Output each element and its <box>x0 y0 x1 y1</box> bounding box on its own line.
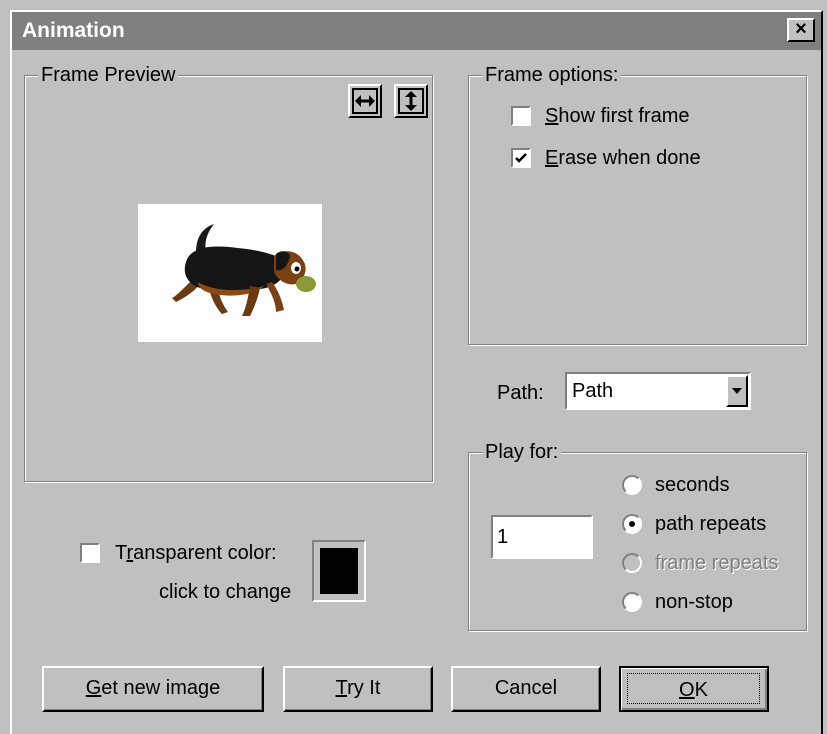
cancel-button[interactable]: Cancel <box>451 666 601 712</box>
show-first-frame-label[interactable]: Show first frame <box>545 104 690 128</box>
try-it-button[interactable]: Try It <box>283 666 433 712</box>
get-new-image-text: et new image <box>101 677 221 699</box>
frame-repeats-radio <box>622 553 642 573</box>
try-it-text: ry It <box>347 677 381 699</box>
close-button[interactable]: × <box>787 18 815 42</box>
click-to-change-label: click to change <box>159 581 292 603</box>
non-stop-label[interactable]: non-stop <box>655 590 733 614</box>
transparent-color-checkbox[interactable] <box>80 543 100 563</box>
cancel-text: Cancel <box>494 677 558 699</box>
path-dropdown-button[interactable] <box>726 375 748 407</box>
radio-selected-dot <box>629 521 635 527</box>
checkmark-icon <box>515 153 527 163</box>
close-icon: × <box>795 18 807 40</box>
path-select[interactable]: Path <box>565 372 751 410</box>
dog-image <box>172 224 316 316</box>
show-first-frame-checkbox[interactable] <box>511 106 531 126</box>
color-swatch-fill <box>320 548 358 594</box>
mnemonic-g: G <box>85 677 102 699</box>
erase-when-done-text: rase when done <box>558 147 701 169</box>
non-stop-radio[interactable] <box>622 592 642 612</box>
focus-rect: OK <box>627 673 760 704</box>
play-for-legend: Play for: <box>482 441 562 463</box>
show-first-frame-text: how first frame <box>558 105 690 127</box>
ok-button[interactable]: OK <box>619 666 769 712</box>
frame-repeats-label: frame repeats <box>655 552 779 574</box>
transparent-post: ansparent color: <box>133 542 277 564</box>
transparent-color-label[interactable]: Transparent color: <box>115 541 277 565</box>
window-title: Animation <box>22 19 125 42</box>
frame-options-legend: Frame options: <box>482 64 622 86</box>
path-label: Path: <box>497 382 544 404</box>
seconds-label[interactable]: seconds <box>655 473 730 497</box>
flip-horizontal-button[interactable] <box>348 84 382 118</box>
frame-preview-legend: Frame Preview <box>38 64 179 86</box>
path-repeats-label[interactable]: path repeats <box>655 512 766 536</box>
path-repeats-radio[interactable] <box>622 514 642 534</box>
ok-text: K <box>694 679 708 701</box>
frame-preview-image <box>138 204 322 342</box>
transparent-color-swatch[interactable] <box>312 540 366 602</box>
flip-horizontal-icon <box>352 88 378 114</box>
transparent-pre: T <box>115 542 127 564</box>
mnemonic-e: E <box>545 147 559 169</box>
flip-vertical-icon <box>398 88 424 114</box>
erase-when-done-label[interactable]: Erase when done <box>545 146 701 170</box>
seconds-radio[interactable] <box>622 475 642 495</box>
mnemonic-o: O <box>679 679 695 701</box>
path-select-value: Path <box>572 380 614 402</box>
title-bar: Animation <box>12 12 821 50</box>
play-for-count-input[interactable] <box>491 515 593 559</box>
get-new-image-button[interactable]: Get new image <box>42 666 264 712</box>
flip-vertical-button[interactable] <box>394 84 428 118</box>
erase-when-done-checkbox[interactable] <box>511 148 531 168</box>
mnemonic-t: T <box>335 677 348 699</box>
mnemonic-s: S <box>545 105 559 127</box>
chevron-down-icon <box>732 388 742 394</box>
